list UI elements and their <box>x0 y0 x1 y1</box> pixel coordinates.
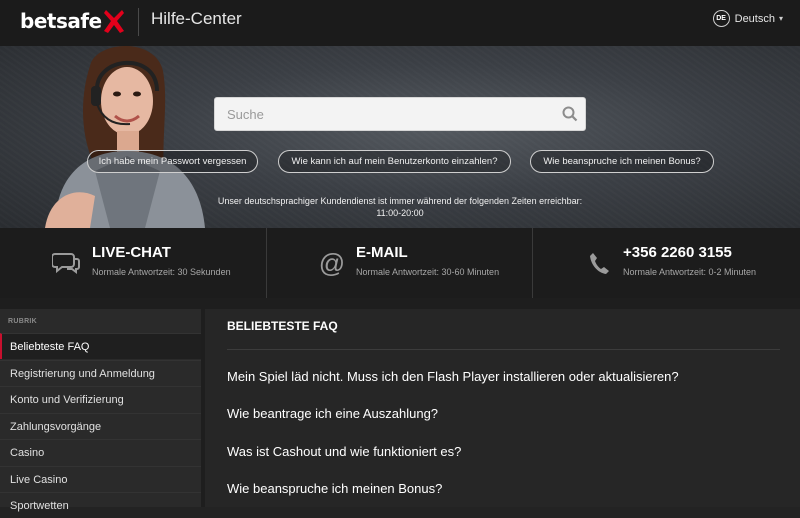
search-box[interactable] <box>214 97 586 131</box>
faq-panel: BELIEBTESTE FAQ Mein Spiel läd nicht. Mu… <box>205 309 800 507</box>
sidebar-item-registration[interactable]: Registrierung und Anmeldung <box>0 360 201 386</box>
chat-icon <box>52 250 80 276</box>
faq-heading: BELIEBTESTE FAQ <box>227 319 338 333</box>
quick-link-bonus[interactable]: Wie beanspruche ich meinen Bonus? <box>530 150 714 173</box>
sidebar-item-payments[interactable]: Zahlungsvorgänge <box>0 413 201 439</box>
contact-response-time: Normale Antwortzeit: 30 Sekunden <box>92 267 231 277</box>
sidebar-heading: RUBRIK <box>8 318 38 325</box>
language-selector[interactable]: DE Deutsch ▾ <box>712 10 783 27</box>
contact-response-time: Normale Antwortzeit: 0-2 Minuten <box>623 267 757 277</box>
betsafe-logo[interactable]: betsafe <box>20 6 125 36</box>
support-hours-text: Unser deutschsprachiger Kundendienst ist… <box>217 196 583 206</box>
quick-link-forgot-password[interactable]: Ich habe mein Passwort vergessen <box>87 150 258 173</box>
category-sidebar: RUBRIK Beliebteste FAQ Registrierung und… <box>0 309 201 512</box>
contact-live-chat[interactable]: LIVE-CHAT Normale Antwortzeit: 30 Sekund… <box>0 228 267 298</box>
contact-phone[interactable]: +356 2260 3155 Normale Antwortzeit: 0-2 … <box>533 228 800 298</box>
content-area: RUBRIK Beliebteste FAQ Registrierung und… <box>0 298 800 512</box>
top-bar: betsafe Hilfe-Center DE Deutsch ▾ <box>0 0 800 46</box>
faq-question[interactable]: Wie beanspruche ich meinen Bonus? <box>227 481 442 496</box>
search-icon[interactable] <box>555 99 585 129</box>
header-divider <box>138 8 139 36</box>
chevron-down-icon: ▾ <box>778 14 783 23</box>
contact-title: +356 2260 3155 <box>623 244 732 261</box>
faq-question[interactable]: Was ist Cashout und wie funktioniert es? <box>227 444 461 459</box>
page-title: Hilfe-Center <box>151 9 242 28</box>
contact-response-time: Normale Antwortzeit: 30-60 Minuten <box>356 267 500 277</box>
contact-title: LIVE-CHAT <box>92 244 171 261</box>
sidebar-item-sports[interactable]: Sportwetten <box>0 492 201 518</box>
contact-email[interactable]: @ E-MAIL Normale Antwortzeit: 30-60 Minu… <box>267 228 533 298</box>
faq-question[interactable]: Mein Spiel läd nicht. Muss ich den Flash… <box>227 369 679 384</box>
sidebar-item-casino[interactable]: Casino <box>0 439 201 465</box>
contact-strip: LIVE-CHAT Normale Antwortzeit: 30 Sekund… <box>0 228 800 298</box>
quick-link-deposit[interactable]: Wie kann ich auf mein Benutzerkonto einz… <box>278 150 511 173</box>
sidebar-item-popular-faq[interactable]: Beliebteste FAQ <box>0 333 201 359</box>
at-icon: @ <box>318 247 346 278</box>
sidebar-item-account[interactable]: Konto und Verifizierung <box>0 386 201 412</box>
logo-star-icon <box>103 10 124 33</box>
logo-text: betsafe <box>20 9 102 33</box>
faq-divider <box>227 349 780 350</box>
hero-banner: Ich habe mein Passwort vergessen Wie kan… <box>0 46 800 228</box>
contact-title: E-MAIL <box>356 244 408 261</box>
language-label: Deutsch <box>734 12 775 25</box>
faq-question[interactable]: Wie beantrage ich eine Auszahlung? <box>227 406 438 421</box>
phone-icon <box>585 250 613 276</box>
sidebar-item-live-casino[interactable]: Live Casino <box>0 466 201 492</box>
search-input[interactable] <box>215 98 555 130</box>
support-hours-value: 11:00-20:00 <box>376 208 424 218</box>
language-badge: DE <box>712 10 730 27</box>
